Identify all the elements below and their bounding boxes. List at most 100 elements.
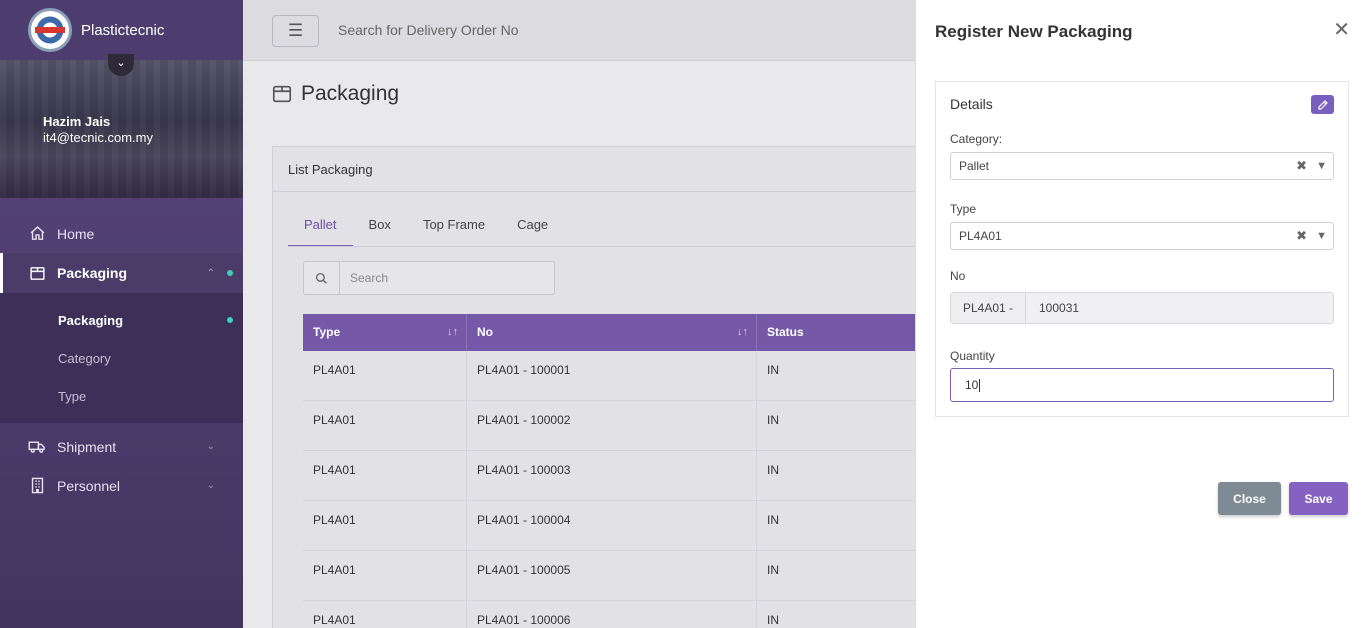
cell-no: PL4A01 - 100003 [467, 451, 757, 500]
search-icon [304, 262, 340, 294]
drawer-title: Register New Packaging [935, 22, 1133, 41]
card-title: List Packaging [273, 147, 921, 192]
sidebar-subitem-type[interactable]: Type [0, 377, 243, 415]
edit-icon [1317, 99, 1328, 110]
details-title: Details [950, 96, 993, 112]
company-logo [28, 8, 72, 52]
chevron-down-icon: ⌄ [206, 480, 215, 491]
cell-status: IN [767, 563, 779, 577]
brand[interactable]: Plastictecnic [0, 0, 243, 60]
cell-status: IN [767, 463, 779, 477]
sort-icon[interactable]: ↓↑ [447, 314, 458, 351]
type-value: PL4A01 [959, 229, 1002, 243]
tab-top-frame[interactable]: Top Frame [407, 211, 501, 247]
register-packaging-drawer: Register New Packaging ✕ Details Categor… [915, 0, 1366, 628]
table-search[interactable]: Search [303, 261, 555, 295]
table-row[interactable]: PL4A01 PL4A01 - 100004 IN [303, 501, 923, 551]
close-button[interactable]: Close [1218, 482, 1281, 515]
menu-toggle-button[interactable]: ☰ [272, 15, 319, 47]
no-input-group: PL4A01 - 100031 [950, 292, 1334, 324]
hamburger-icon: ☰ [287, 21, 304, 40]
category-select[interactable]: Pallet ✖ ▼ [950, 152, 1334, 180]
active-dot [227, 270, 233, 276]
tab-cage[interactable]: Cage [501, 211, 564, 247]
quantity-input[interactable]: 10 [950, 368, 1334, 402]
no-label: No [950, 269, 966, 283]
sidebar: Plastictecnic ⌄ Hazim Jais it4@tecnic.co… [0, 0, 243, 628]
cell-type: PL4A01 [303, 501, 467, 550]
close-icon[interactable]: ✕ [1333, 17, 1350, 42]
category-value: Pallet [959, 159, 990, 173]
tab-pallet[interactable]: Pallet [288, 211, 353, 247]
table-row[interactable]: PL4A01 PL4A01 - 100002 IN [303, 401, 923, 451]
column-header-status[interactable]: Status [757, 314, 923, 351]
cell-type: PL4A01 [303, 351, 467, 400]
cell-status: IN [767, 413, 779, 427]
quantity-label: Quantity [950, 349, 995, 363]
chevron-up-icon: ⌃ [206, 267, 215, 279]
brand-name: Plastictecnic [81, 21, 165, 39]
sidebar-subitem-label: Packaging [58, 312, 124, 328]
details-panel: Details Category: Pallet ✖ ▼ Type PL4A01… [935, 81, 1349, 417]
save-button[interactable]: Save [1289, 482, 1348, 515]
column-header-type[interactable]: Type ↓↑ [303, 314, 467, 351]
packaging-table: Type ↓↑ No ↓↑ Status PL4A01 PL4A01 - 100… [303, 314, 923, 628]
table-row[interactable]: PL4A01 PL4A01 - 100003 IN [303, 451, 923, 501]
type-label: Type [950, 202, 977, 216]
sidebar-subitem-label: Category [58, 350, 111, 366]
sidebar-subitem-category[interactable]: Category [0, 339, 243, 377]
cell-type: PL4A01 [303, 601, 467, 628]
sidebar-nav: Home Packaging ⌃ Packaging Category Type [0, 198, 243, 505]
cell-no: PL4A01 - 100001 [467, 351, 757, 400]
column-header-no[interactable]: No ↓↑ [467, 314, 757, 351]
sidebar-subitem-packaging[interactable]: Packaging [0, 301, 243, 339]
user-name: Hazim Jais [43, 114, 111, 129]
sort-icon[interactable]: ↓↑ [737, 314, 748, 351]
cell-status: IN [767, 613, 779, 627]
cell-status: IN [767, 513, 779, 527]
chevron-down-icon: ⌄ [206, 441, 215, 452]
cell-no: PL4A01 - 100006 [467, 601, 757, 628]
delivery-order-search-input[interactable]: Search for Delivery Order No [338, 22, 519, 38]
page-title: Packaging [271, 82, 399, 106]
sidebar-subitem-label: Type [58, 388, 87, 404]
type-select[interactable]: PL4A01 ✖ ▼ [950, 222, 1334, 250]
sidebar-item-label: Home [57, 225, 95, 242]
table-row[interactable]: PL4A01 PL4A01 - 100001 IN [303, 351, 923, 401]
search-input[interactable]: Search [340, 262, 388, 294]
packaging-tabs: Pallet Box Top Frame Cage [288, 211, 564, 247]
cell-type: PL4A01 [303, 401, 467, 450]
sidebar-item-home[interactable]: Home [0, 214, 243, 253]
cell-no: PL4A01 - 100004 [467, 501, 757, 550]
table-row[interactable]: PL4A01 PL4A01 - 100005 IN [303, 551, 923, 601]
list-packaging-card: List Packaging Pallet Box Top Frame Cage… [272, 146, 923, 628]
user-profile: ⌄ Hazim Jais it4@tecnic.com.my [0, 54, 243, 198]
sidebar-subnav: Packaging Category Type [0, 293, 243, 423]
cell-status: IN [767, 363, 779, 377]
package-icon [28, 264, 46, 282]
chevron-down-icon[interactable]: ▼ [1316, 153, 1327, 179]
cell-no: PL4A01 - 100005 [467, 551, 757, 600]
sidebar-item-label: Shipment [57, 438, 117, 455]
chevron-down-icon[interactable]: ▼ [1316, 223, 1327, 249]
cell-type: PL4A01 [303, 451, 467, 500]
cell-type: PL4A01 [303, 551, 467, 600]
sidebar-item-personnel[interactable]: Personnel ⌄ [0, 466, 243, 505]
cell-no: PL4A01 - 100002 [467, 401, 757, 450]
active-dot [227, 317, 233, 323]
clear-icon[interactable]: ✖ [1296, 153, 1307, 179]
sidebar-item-packaging[interactable]: Packaging ⌃ [0, 253, 243, 293]
sidebar-item-label: Packaging [57, 265, 128, 281]
sidebar-item-shipment[interactable]: Shipment ⌄ [0, 427, 243, 466]
sidebar-item-label: Personnel [57, 477, 121, 494]
package-icon [271, 83, 293, 105]
edit-button[interactable] [1311, 95, 1334, 114]
table-row[interactable]: PL4A01 PL4A01 - 100006 IN [303, 601, 923, 628]
quantity-value: 10 [965, 378, 979, 392]
building-icon [28, 477, 46, 495]
home-icon [28, 225, 46, 243]
category-label: Category: [950, 132, 1003, 146]
tab-box[interactable]: Box [353, 211, 407, 247]
clear-icon[interactable]: ✖ [1296, 223, 1307, 249]
user-email: it4@tecnic.com.my [43, 130, 153, 145]
